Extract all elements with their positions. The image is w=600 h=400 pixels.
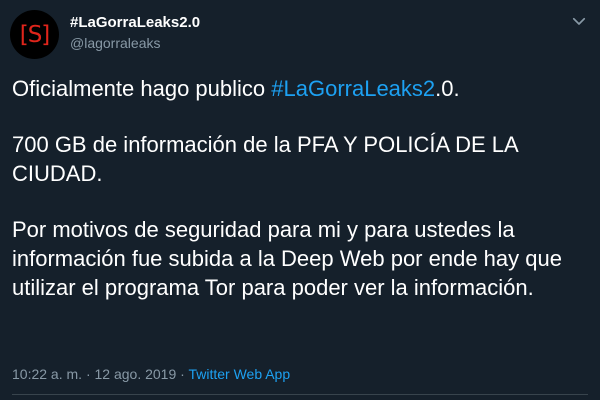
hashtag-link[interactable]: #LaGorraLeaks2 <box>271 76 435 101</box>
tweet-text-suffix: .0. <box>435 76 460 101</box>
meta-separator: · <box>85 366 91 382</box>
tweet-paragraph-1: Oficialmente hago publico #LaGorraLeaks2… <box>12 74 588 103</box>
tweet-time[interactable]: 10:22 a. m. <box>12 366 82 382</box>
tweet-paragraph-2: 700 GB de información de la PFA Y POLICÍ… <box>12 132 518 186</box>
tweet-text-prefix: Oficialmente hago publico <box>12 76 272 101</box>
tweet-paragraph-3: Por motivos de seguridad para mi y para … <box>12 217 562 300</box>
author-handle[interactable]: @lagorraleaks <box>70 35 160 51</box>
tweet-source-link[interactable]: Twitter Web App <box>188 366 290 382</box>
author-display-name[interactable]: #LaGorraLeaks2.0 <box>70 14 200 31</box>
chevron-down-icon[interactable] <box>570 12 588 30</box>
meta-separator-2: · <box>180 366 185 382</box>
divider <box>12 394 588 395</box>
tweet-date[interactable]: 12 ago. 2019 <box>95 366 177 382</box>
avatar[interactable]: [S] <box>10 10 59 59</box>
avatar-logo: [S] <box>19 21 51 48</box>
tweet-text: Oficialmente hago publico #LaGorraLeaks2… <box>12 74 588 329</box>
tweet-card: [S] #LaGorraLeaks2.0 @lagorraleaks Ofici… <box>0 0 600 400</box>
tweet-meta: 10:22 a. m. · 12 ago. 2019 · Twitter Web… <box>12 366 290 382</box>
